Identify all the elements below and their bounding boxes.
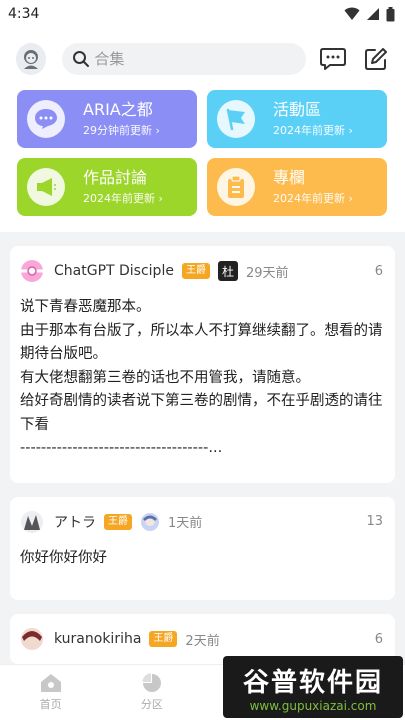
- wifi-icon: [344, 7, 360, 20]
- tile-aria[interactable]: ARIA之都 29分钟前更新 ›: [17, 90, 197, 148]
- tile-icon-wrap: [27, 100, 65, 138]
- tile-updated: 2024年前更新 ›: [273, 191, 353, 205]
- tile-title: 活動區: [273, 99, 322, 119]
- chat-bubble-icon: [320, 48, 347, 70]
- post-content[interactable]: 说下青春恶魔那本。 由于那本有台版了，所以本人不打算继续翻了。想看的请期待台版吧…: [20, 296, 385, 483]
- search-bar[interactable]: [62, 43, 307, 75]
- chevron-right-icon: ›: [158, 191, 163, 205]
- tile-updated: 2024年前更新 ›: [83, 191, 163, 205]
- post-time: 29天前: [245, 265, 289, 281]
- post-header: アトラ 王爵 1天前 13: [20, 497, 385, 547]
- status-time: 4:34: [8, 6, 40, 22]
- compose-button[interactable]: [361, 43, 391, 75]
- rank-badge: 王爵: [104, 513, 132, 530]
- signal-icon: [367, 8, 379, 20]
- site-watermark: 谷普软件园 www.gupuxiazai.com: [223, 656, 403, 718]
- clipboard-icon: [228, 175, 244, 198]
- rank-badge: 王爵: [181, 263, 210, 279]
- tile-icon-wrap: [217, 100, 255, 138]
- reply-count: 6: [374, 631, 383, 647]
- watermark-title: 谷普软件园: [242, 667, 383, 698]
- post-header: ChatGPT Disciple 王爵 杜 29天前 6: [20, 246, 385, 296]
- edit-icon: [364, 48, 387, 70]
- avatar[interactable]: [20, 259, 44, 283]
- chevron-right-icon: ›: [155, 123, 160, 137]
- megaphone-icon: [37, 178, 56, 196]
- author-name[interactable]: kuranokiriha: [54, 631, 141, 647]
- chevron-right-icon: ›: [348, 191, 353, 205]
- avatar[interactable]: [20, 627, 44, 651]
- tile-columns[interactable]: 專欄 2024年前更新 ›: [207, 158, 387, 216]
- chevron-right-icon: ›: [348, 123, 353, 137]
- tile-updated: 2024年前更新 ›: [273, 123, 353, 137]
- tile-title: 作品討論: [83, 167, 148, 187]
- tile-icon-wrap: [217, 168, 255, 206]
- search-input[interactable]: [94, 50, 295, 68]
- post-time: 2天前: [185, 633, 220, 649]
- post-content[interactable]: 你好你好你好: [20, 547, 385, 601]
- status-bar: 4:34: [0, 0, 405, 28]
- post-card[interactable]: アトラ 王爵 1天前 13 你好你好你好: [10, 496, 395, 601]
- flag-icon: [226, 108, 245, 131]
- top-header: [0, 28, 405, 90]
- avatar[interactable]: [20, 510, 44, 534]
- user-avatar[interactable]: [16, 43, 47, 75]
- nav-label: 首页: [39, 698, 62, 711]
- tile-icon-wrap: [27, 168, 65, 206]
- speech-bubble-icon: [35, 109, 57, 129]
- search-icon: [73, 51, 90, 67]
- tile-title: ARIA之都: [83, 99, 153, 119]
- home-icon: [40, 674, 61, 692]
- title-avatar: [141, 512, 159, 531]
- post-feed: ChatGPT Disciple 王爵 杜 29天前 6 说下青春恶魔那本。 由…: [0, 232, 405, 664]
- post-time: 1天前: [168, 516, 203, 531]
- category-tiles: ARIA之都 29分钟前更新 › 活動區 2024年前更新 › 作品討論 202…: [0, 90, 405, 232]
- tile-title: 專欄: [273, 167, 306, 187]
- title-avatar: 杜: [217, 261, 238, 281]
- tile-updated: 29分钟前更新 ›: [83, 123, 160, 137]
- person-avatar-icon: [24, 50, 39, 69]
- post-card[interactable]: ChatGPT Disciple 王爵 杜 29天前 6 说下青春恶魔那本。 由…: [10, 246, 395, 483]
- rank-badge: 王爵: [149, 631, 178, 647]
- author-name[interactable]: ChatGPT Disciple: [54, 263, 174, 279]
- tile-works-discussion[interactable]: 作品討論 2024年前更新 ›: [17, 158, 197, 216]
- tile-events[interactable]: 活動區 2024年前更新 ›: [207, 90, 387, 148]
- reply-count: 13: [366, 514, 383, 529]
- reply-count: 6: [374, 263, 383, 279]
- pie-chart-icon: [142, 673, 161, 692]
- status-icons: [344, 6, 395, 22]
- nav-home[interactable]: 首页: [0, 665, 101, 720]
- nav-label: 分区: [140, 698, 163, 711]
- nav-sections[interactable]: 分区: [101, 665, 202, 720]
- messages-button[interactable]: [318, 43, 348, 75]
- watermark-url: www.gupuxiazai.com: [249, 698, 377, 713]
- battery-icon: [386, 6, 395, 21]
- author-name[interactable]: アトラ: [54, 512, 96, 532]
